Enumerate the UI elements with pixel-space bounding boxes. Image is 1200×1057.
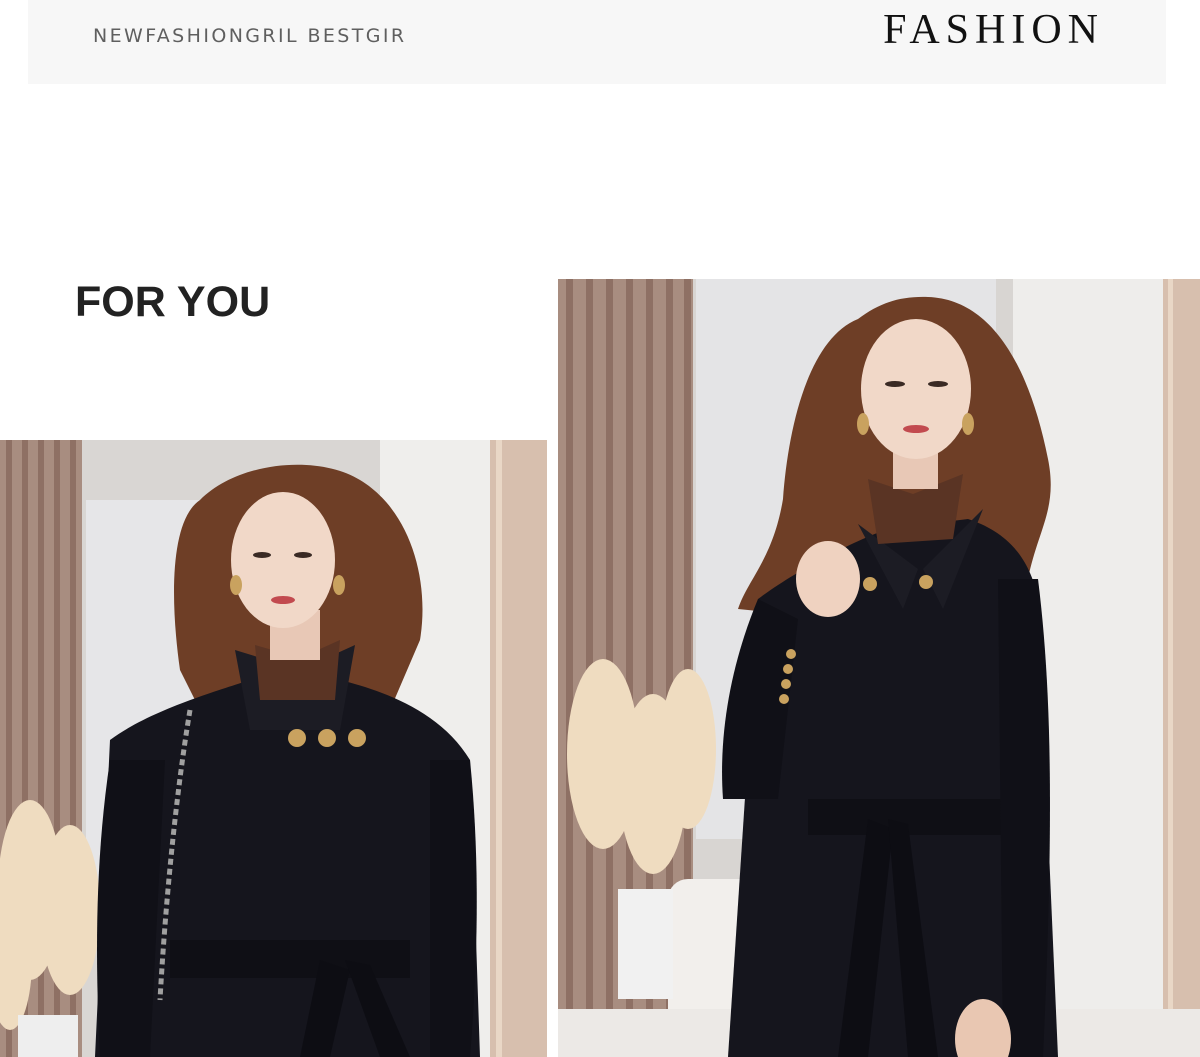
product-photo-left bbox=[0, 440, 547, 1057]
model-photo-right bbox=[558, 279, 1200, 1057]
brand-title: FASHION bbox=[883, 7, 1104, 53]
header-banner: NEWFASHIONGRIL BESTGIR FASHION bbox=[28, 0, 1166, 84]
brand-tagline: NEWFASHIONGRIL BESTGIR bbox=[93, 25, 407, 47]
section-heading: FOR YOU bbox=[75, 278, 271, 326]
model-photo-left bbox=[0, 440, 547, 1057]
product-photo-right bbox=[558, 279, 1200, 1057]
